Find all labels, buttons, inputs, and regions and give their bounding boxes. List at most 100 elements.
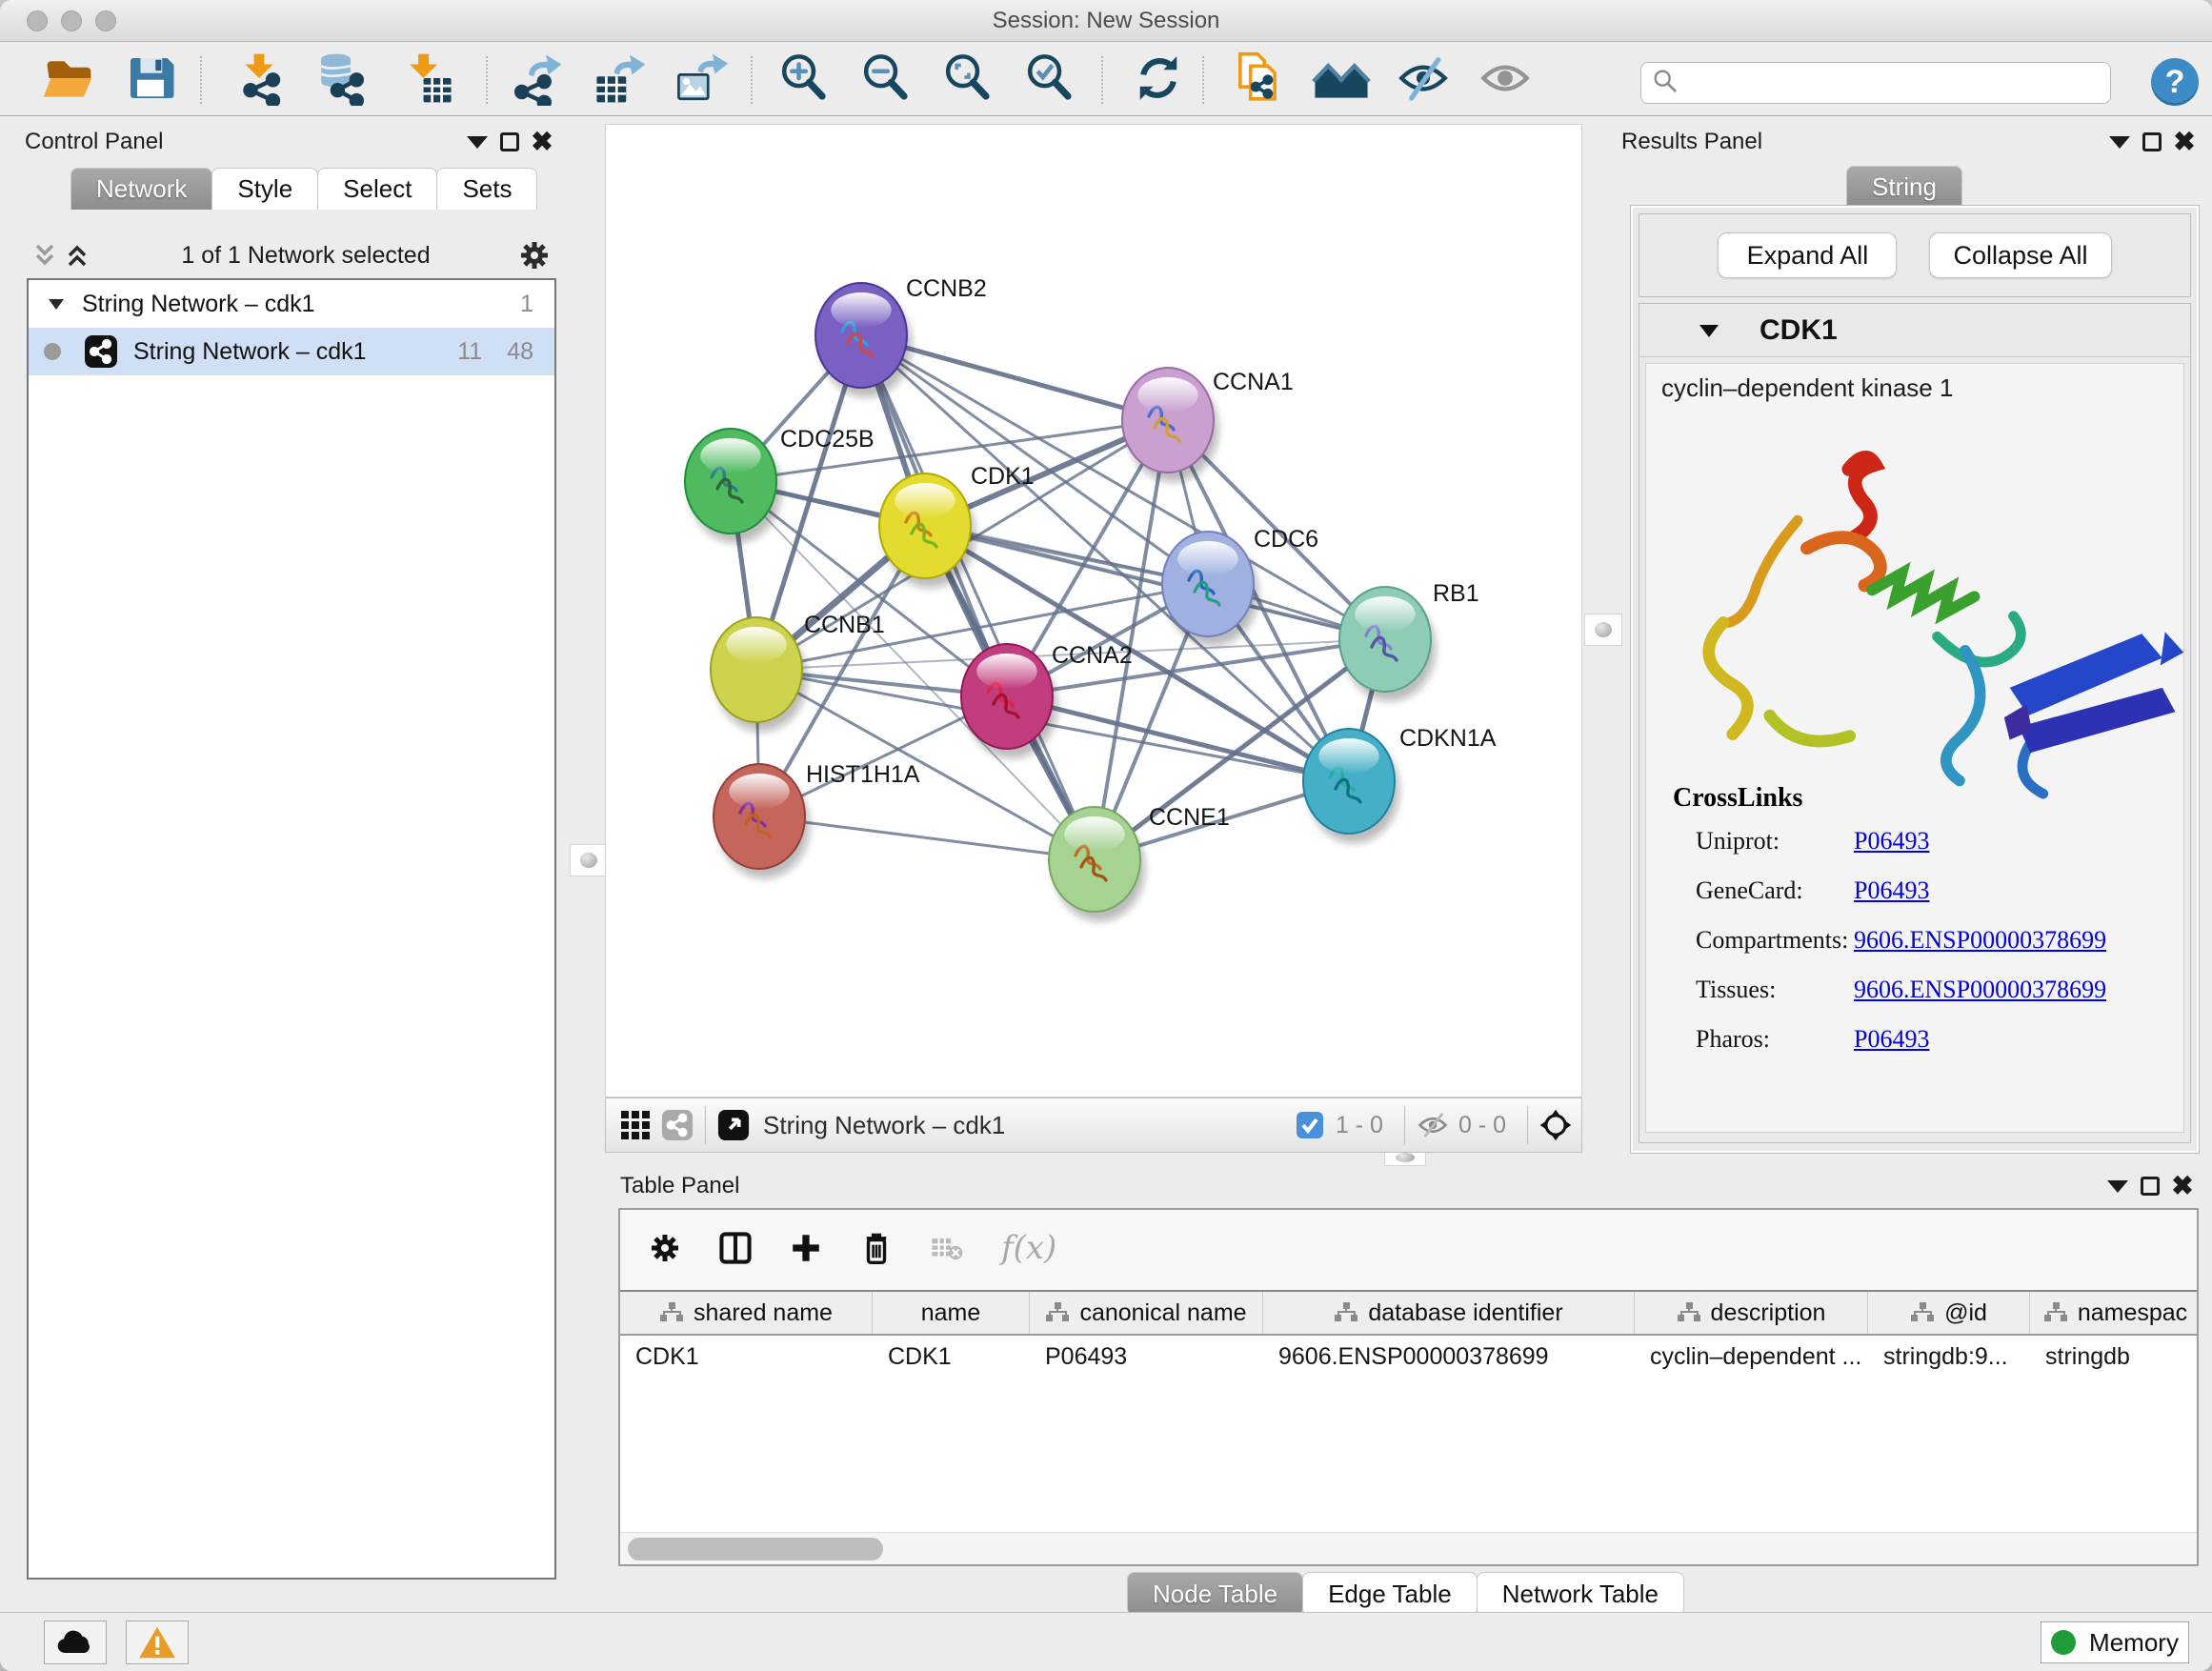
apply-layout-button[interactable] <box>1128 52 1189 108</box>
table-cell[interactable]: CDK1 <box>620 1343 873 1371</box>
memory-button[interactable]: Memory <box>2041 1621 2189 1663</box>
node-CDKN1A[interactable] <box>1303 729 1399 843</box>
left-splitter-handle[interactable] <box>570 844 608 876</box>
tab-style[interactable]: Style <box>211 168 318 210</box>
table-cell[interactable]: cyclin–dependent ... <box>1635 1343 1868 1371</box>
gene-section-header[interactable]: CDK1 <box>1639 304 2190 357</box>
toolbar-search[interactable] <box>1640 62 2111 104</box>
save-session-button[interactable] <box>120 52 181 108</box>
table-horizontal-scrollbar[interactable] <box>620 1532 2197 1564</box>
zoom-fit-button[interactable] <box>937 52 998 108</box>
control-panel-float-button[interactable] <box>493 128 526 156</box>
show-all-button[interactable] <box>1475 52 1536 108</box>
help-button[interactable]: ? <box>2151 58 2199 106</box>
crosslink-link[interactable]: P06493 <box>1854 876 1929 905</box>
detach-view-button[interactable] <box>717 1111 750 1139</box>
column-header-shared-name[interactable]: shared name <box>620 1292 873 1334</box>
copy-network-button[interactable] <box>1227 52 1288 108</box>
first-neighbors-button[interactable] <box>1311 52 1372 108</box>
results-panel-float-button[interactable] <box>2136 128 2168 156</box>
table-panel-close-button[interactable]: ✖ <box>2166 1172 2199 1200</box>
zoom-selected-button[interactable] <box>1019 52 1080 108</box>
selected-checkbox[interactable] <box>1294 1111 1326 1139</box>
collapse-all-button[interactable]: Collapse All <box>1929 232 2111 278</box>
import-network-database-button[interactable] <box>311 52 372 108</box>
node-CCNE1[interactable] <box>1049 807 1145 921</box>
birdseye-toggle-button[interactable] <box>1539 1111 1572 1139</box>
node-CDC6[interactable] <box>1162 532 1258 646</box>
results-panel-menu-button[interactable] <box>2103 128 2136 156</box>
results-panel-close-button[interactable]: ✖ <box>2168 128 2201 156</box>
crosslink-row: GeneCard:P06493 <box>1673 876 2174 905</box>
crosslink-label: Uniprot: <box>1673 827 1854 856</box>
tab-sets[interactable]: Sets <box>436 168 537 210</box>
show-columns-button[interactable] <box>719 1234 752 1262</box>
column-header-name[interactable]: name <box>873 1292 1030 1334</box>
column-header-namespac[interactable]: namespac <box>2030 1292 2197 1334</box>
table-cell[interactable]: stringdb <box>2030 1343 2197 1371</box>
table-cell[interactable]: stringdb:9... <box>1868 1343 2030 1371</box>
control-panel-close-button[interactable]: ✖ <box>526 128 558 156</box>
hide-selected-button[interactable] <box>1393 52 1454 108</box>
tab-network-table[interactable]: Network Table <box>1477 1572 1684 1616</box>
grid-view-button[interactable] <box>619 1111 652 1139</box>
crosslink-link[interactable]: 9606.ENSP00000378699 <box>1854 926 2106 955</box>
crosslink-link[interactable]: 9606.ENSP00000378699 <box>1854 976 2106 1004</box>
import-network-file-button[interactable] <box>229 52 290 108</box>
export-table-button[interactable] <box>589 52 650 108</box>
table-cell[interactable]: 9606.ENSP00000378699 <box>1263 1343 1635 1371</box>
node-RB1[interactable] <box>1339 587 1436 701</box>
network-collection-row[interactable]: String Network – cdk1 1 <box>29 280 554 328</box>
column-header-description[interactable]: description <box>1635 1292 1868 1334</box>
expand-all-networks-button[interactable] <box>61 241 93 270</box>
crosslink-link[interactable]: P06493 <box>1854 827 1929 856</box>
network-view-button-disabled[interactable] <box>661 1111 694 1139</box>
hidden-toggle[interactable] <box>1417 1111 1449 1139</box>
zoom-out-button[interactable] <box>855 52 916 108</box>
node-CCNB2[interactable] <box>815 283 912 397</box>
zoom-in-button[interactable] <box>774 52 835 108</box>
table-panel-menu-button[interactable] <box>2101 1172 2134 1200</box>
export-network-button[interactable] <box>507 52 568 108</box>
delete-column-button[interactable] <box>860 1234 893 1262</box>
tab-network[interactable]: Network <box>70 168 212 210</box>
node-CCNA2[interactable] <box>961 644 1057 758</box>
function-builder-button-disabled[interactable]: f(x) <box>1001 1229 1056 1267</box>
node-CDC25B[interactable] <box>685 429 781 543</box>
export-image-button[interactable] <box>671 52 732 108</box>
tab-string[interactable]: String <box>1846 166 1962 208</box>
import-table-button[interactable] <box>398 52 459 108</box>
node-HIST1H1A[interactable] <box>714 764 810 878</box>
network-options-button[interactable] <box>518 241 551 270</box>
open-session-button[interactable] <box>38 52 99 108</box>
node-CCNB1[interactable] <box>711 617 807 732</box>
column-header-canonical-name[interactable]: canonical name <box>1030 1292 1263 1334</box>
node-label-CDC25B: CDC25B <box>780 426 875 453</box>
node-CDK1[interactable] <box>879 473 975 588</box>
warnings-button[interactable] <box>126 1621 189 1664</box>
table-cell[interactable]: CDK1 <box>873 1343 1030 1371</box>
network-row-selected[interactable]: String Network – cdk1 11 48 <box>29 328 554 375</box>
table-cell[interactable]: P06493 <box>1030 1343 1263 1371</box>
add-column-button[interactable] <box>790 1234 822 1262</box>
search-input[interactable] <box>1679 70 2110 96</box>
tab-node-table[interactable]: Node Table <box>1127 1572 1303 1616</box>
delete-table-button-disabled[interactable] <box>931 1234 963 1262</box>
table-options-button[interactable] <box>649 1234 681 1262</box>
tab-edge-table[interactable]: Edge Table <box>1302 1572 1478 1616</box>
table-row[interactable]: CDK1CDK1P064939606.ENSP00000378699cyclin… <box>620 1336 2197 1378</box>
caret-down-icon <box>2109 136 2130 149</box>
tab-select[interactable]: Select <box>317 168 437 210</box>
cloud-status-button[interactable] <box>44 1621 107 1664</box>
scrollbar-thumb[interactable] <box>628 1538 883 1560</box>
expand-all-button[interactable]: Expand All <box>1718 232 1897 278</box>
control-panel-menu-button[interactable] <box>461 128 493 156</box>
column-header-@id[interactable]: @id <box>1868 1292 2030 1334</box>
table-panel-float-button[interactable] <box>2134 1172 2166 1200</box>
node-CCNA1[interactable] <box>1122 368 1218 482</box>
checkbox-checked-icon <box>1296 1111 1324 1139</box>
network-canvas[interactable]: CCNB2CCNA1CDC25BCDK1CDC6RB1CCNB1CCNA2CDK… <box>605 124 1582 1097</box>
column-header-database-identifier[interactable]: database identifier <box>1263 1292 1635 1334</box>
crosslink-link[interactable]: P06493 <box>1854 1025 1929 1054</box>
collapse-all-networks-button[interactable] <box>29 241 61 270</box>
